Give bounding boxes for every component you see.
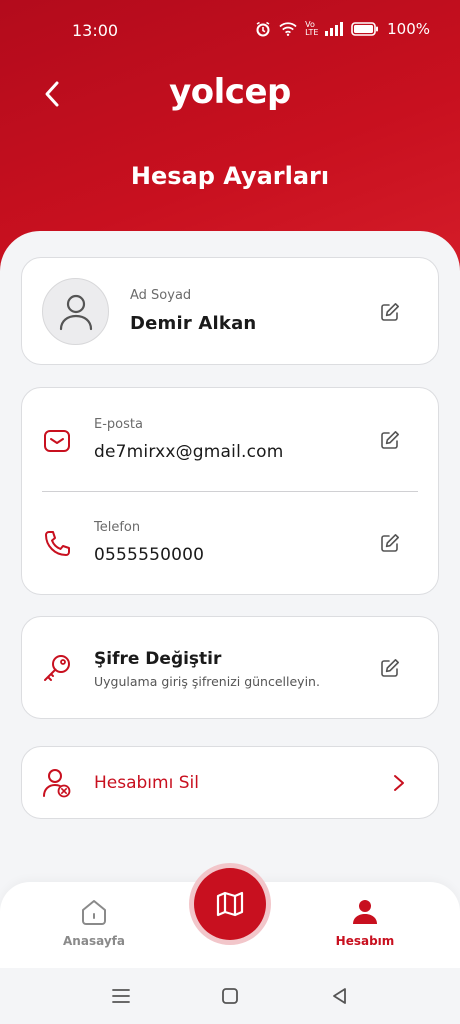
change-password-title: Şifre Değiştir [94, 649, 222, 669]
edit-icon [381, 534, 399, 552]
triangle-back-icon [333, 988, 346, 1004]
status-time: 13:00 [72, 21, 119, 40]
delete-account-label: Hesabımı Sil [94, 773, 199, 793]
mail-icon [44, 430, 70, 452]
phone-icon-wrap [42, 529, 72, 559]
edit-name-button[interactable] [378, 300, 402, 324]
recent-apps-button[interactable] [110, 985, 132, 1007]
avatar [42, 278, 109, 345]
nav-account-label: Hesabım [335, 934, 395, 948]
key-icon [44, 655, 70, 681]
map-icon [216, 891, 244, 917]
profile-card: Ad Soyad Demir Alkan [21, 257, 439, 365]
signal-icon [325, 22, 344, 36]
email-value: de7mirxx@gmail.com [94, 442, 284, 462]
wifi-icon [279, 22, 297, 36]
contact-card: E-posta de7mirxx@gmail.com Telefon 05555… [21, 387, 439, 595]
account-icon [353, 900, 377, 924]
network-type: Vo LTE [305, 20, 319, 37]
square-icon [222, 988, 238, 1004]
menu-icon [112, 989, 130, 1003]
battery-level: 100% [387, 20, 430, 38]
phone-value: 0555550000 [94, 545, 205, 565]
alarm-icon [256, 21, 270, 37]
edit-icon [381, 431, 399, 449]
map-button[interactable] [189, 863, 271, 945]
divider [42, 491, 418, 492]
app-logo: yolcep [169, 72, 291, 112]
edit-phone-button[interactable] [378, 531, 402, 555]
nav-home-label: Anasayfa [63, 934, 125, 948]
edit-icon [381, 303, 399, 321]
edit-email-button[interactable] [378, 428, 402, 452]
email-label: E-posta [94, 417, 143, 432]
phone-icon [45, 531, 70, 556]
nav-account[interactable]: Hesabım [315, 896, 415, 948]
user-icon [59, 294, 92, 330]
chevron-right-icon [394, 775, 404, 791]
home-icon [82, 900, 106, 925]
delete-account-button[interactable]: Hesabımı Sil [21, 746, 439, 819]
page-title: Hesap Ayarları [130, 162, 330, 190]
phone-label: Telefon [94, 520, 141, 535]
name-value: Demir Alkan [130, 313, 257, 334]
status-icons: Vo LTE 100% [255, 20, 430, 38]
edit-password-button[interactable] [378, 656, 402, 680]
home-system-button[interactable] [219, 985, 241, 1007]
mail-icon-wrap [42, 426, 72, 456]
status-bar: 13:00 Vo LTE 100% [0, 0, 460, 62]
system-nav-bar [0, 968, 460, 1024]
nav-home[interactable]: Anasayfa [44, 896, 144, 948]
battery-icon [351, 22, 379, 36]
back-system-button[interactable] [329, 985, 351, 1007]
name-label: Ad Soyad [130, 288, 192, 303]
change-password-card[interactable]: Şifre Değiştir Uygulama giriş şifrenizi … [21, 616, 439, 719]
change-password-description: Uygulama giriş şifrenizi güncelleyin. [94, 674, 320, 689]
edit-icon [381, 659, 399, 677]
user-delete-icon-wrap [42, 768, 72, 798]
user-delete-icon [43, 769, 71, 798]
key-icon-wrap [42, 653, 72, 683]
